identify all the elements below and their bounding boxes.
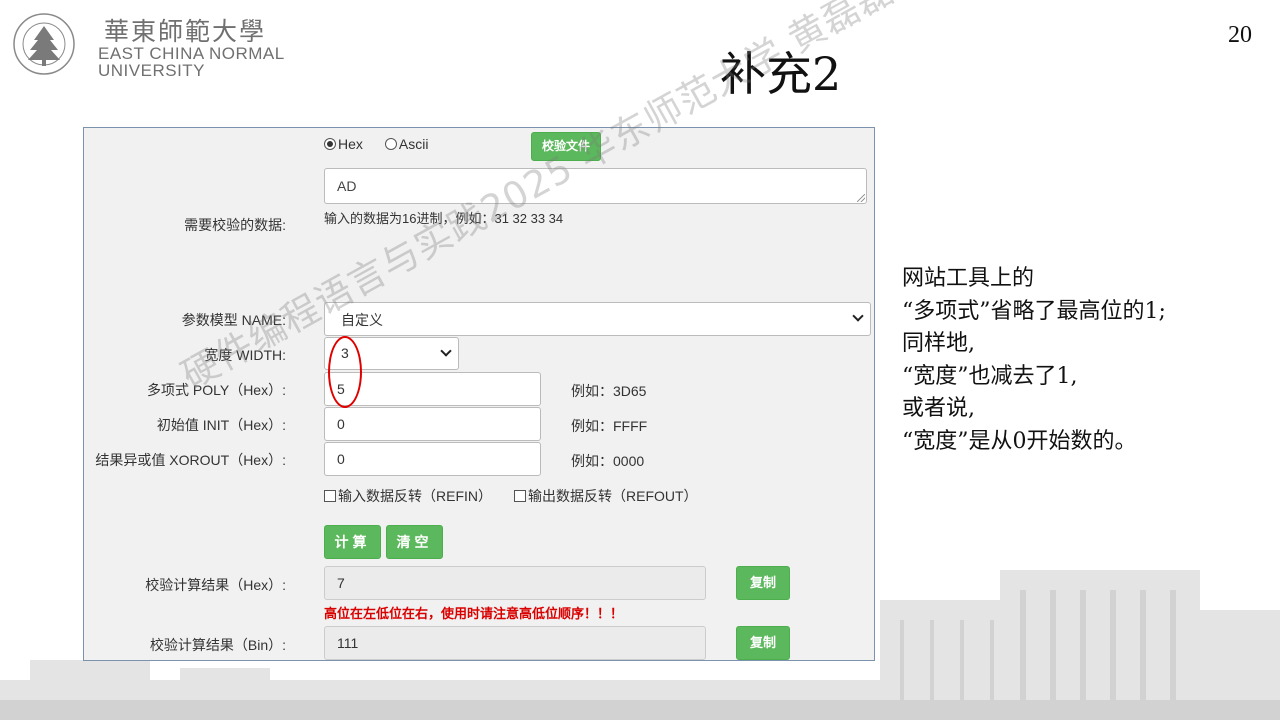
width-label: 宽度 WIDTH: <box>204 347 286 363</box>
slide-title: 补充2 <box>720 47 842 101</box>
init-label: 初始值 INIT（Hex）: <box>156 417 286 433</box>
data-label: 需要校验的数据: <box>184 217 286 233</box>
university-logo: 華東師範大學 EAST CHINA NORMAL UNIVERSITY <box>8 6 308 86</box>
xorout-example: 例如：0000 <box>571 453 645 469</box>
data-input-value: AD <box>337 178 357 194</box>
model-select-value: 自定义 <box>341 312 383 328</box>
crc-tool-panel: Hex Ascii 校验文件 需要校验的数据: AD 输入的数据为16进制，例如… <box>83 127 875 661</box>
logo-chinese-name: 華東師範大學 <box>104 17 267 46</box>
refout-checkbox-row[interactable]: 输出数据反转（REFOUT） <box>514 486 698 506</box>
red-annotation-ellipse <box>328 336 362 408</box>
note-line: 同样地, <box>902 331 975 356</box>
copy-bin-button[interactable]: 复制 <box>736 626 790 660</box>
note-line: “宽度”是从0开始数的。 <box>902 428 1137 454</box>
poly-label: 多项式 POLY（Hex）: <box>147 382 286 398</box>
clear-button[interactable]: 清空 <box>386 525 443 559</box>
result-bin-label: 校验计算结果（Bin）: <box>149 637 286 653</box>
note-line: “宽度”也减去了1, <box>902 363 1078 389</box>
data-hint: 输入的数据为16进制，例如：31 32 33 34 <box>324 211 564 226</box>
chevron-down-icon <box>440 345 452 357</box>
chevron-down-icon <box>852 310 864 322</box>
input-format-radio-group: Hex Ascii <box>324 136 450 152</box>
refin-checkbox-row[interactable]: 输入数据反转（REFIN） <box>324 486 492 506</box>
page-number: 20 <box>1228 22 1252 48</box>
refout-checkbox[interactable] <box>514 490 526 502</box>
ascii-radio[interactable] <box>384 138 397 150</box>
xorout-label: 结果异或值 XOROUT（Hex）: <box>95 452 286 468</box>
model-label: 参数模型 NAME: <box>181 312 286 328</box>
note-line: 或者说, <box>902 396 975 421</box>
refin-checkbox[interactable] <box>324 490 336 502</box>
check-file-button[interactable]: 校验文件 <box>531 132 601 161</box>
init-input[interactable]: 0 <box>324 407 541 441</box>
refout-label: 输出数据反转（REFOUT） <box>528 488 698 504</box>
model-select[interactable]: 自定义 <box>324 302 871 336</box>
data-input-textarea[interactable]: AD <box>324 168 867 204</box>
poly-example: 例如：3D65 <box>571 383 647 399</box>
bit-order-warning: 高位在左低位在右，使用时请注意高低位顺序！！！ <box>324 606 624 621</box>
result-bin-field[interactable]: 111 <box>324 626 706 660</box>
ascii-radio-label[interactable]: Ascii <box>399 136 429 152</box>
resize-grip-icon[interactable] <box>857 194 865 202</box>
hex-radio-label[interactable]: Hex <box>338 136 363 152</box>
note-line: “多项式”省略了最高位的1; <box>902 298 1166 324</box>
init-example: 例如：FFFF <box>571 418 648 434</box>
copy-hex-button[interactable]: 复制 <box>736 566 790 600</box>
hex-radio[interactable] <box>324 138 336 150</box>
explanation-note: 网站工具上的 “多项式”省略了最高位的1; 同样地, “宽度”也减去了1, 或者… <box>902 263 1166 458</box>
logo-english-name-line2: UNIVERSITY <box>98 61 206 80</box>
xorout-input[interactable]: 0 <box>324 442 541 476</box>
calculate-button[interactable]: 计算 <box>324 525 381 559</box>
refin-label: 输入数据反转（REFIN） <box>338 488 492 504</box>
note-line: 网站工具上的 <box>902 266 1035 291</box>
university-seal-icon <box>13 13 75 75</box>
result-hex-label: 校验计算结果（Hex）: <box>145 577 286 593</box>
result-hex-field[interactable]: 7 <box>324 566 706 600</box>
